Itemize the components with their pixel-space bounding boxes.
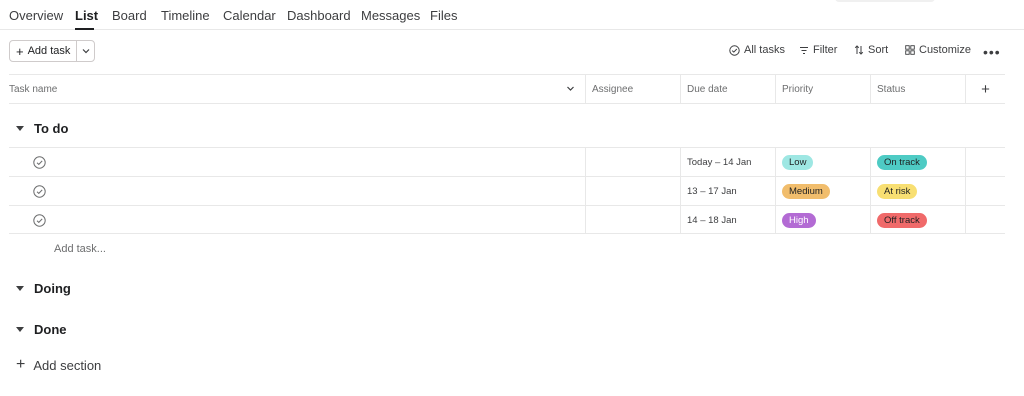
add-task-inline-button[interactable]: Add task... [54, 243, 106, 255]
sort-icon [854, 45, 864, 55]
project-tabs: Overview List Board Timeline Calendar Da… [0, 0, 1024, 30]
status-header-label: Status [877, 84, 906, 95]
complete-check-icon[interactable] [33, 155, 46, 169]
chevron-down-icon [82, 49, 90, 54]
add-task-button[interactable]: + Add task [10, 41, 78, 61]
complete-check-icon[interactable] [33, 184, 46, 198]
due-date-cell[interactable]: Today – 14 Jan [680, 148, 775, 176]
collapse-triangle-icon[interactable] [16, 327, 24, 332]
status-cell[interactable]: Off track [870, 206, 965, 234]
customize-button[interactable]: Customize [905, 44, 971, 56]
assignee-cell[interactable] [585, 177, 680, 205]
table-row[interactable]: Today – 14 Jan Low On track [9, 147, 1005, 176]
active-tab-indicator [75, 28, 94, 30]
plus-icon: + [981, 81, 990, 98]
add-task-split-button: + Add task [9, 40, 96, 62]
tab-messages[interactable]: Messages [361, 8, 420, 23]
empty-cell [965, 206, 1005, 234]
due-date-header-label: Due date [687, 84, 728, 95]
tab-dashboard[interactable]: Dashboard [287, 8, 351, 23]
tab-list[interactable]: List [75, 8, 98, 23]
due-date-cell[interactable]: 13 – 17 Jan [680, 177, 775, 205]
all-tasks-label: All tasks [744, 44, 785, 56]
status-cell[interactable]: At risk [870, 177, 965, 205]
priority-cell[interactable]: Low [775, 148, 870, 176]
plus-icon: + [16, 356, 26, 373]
filter-button[interactable]: Filter [799, 44, 837, 56]
priority-header-label: Priority [782, 84, 814, 95]
sort-button[interactable]: Sort [854, 44, 888, 56]
filter-label: Filter [813, 44, 838, 56]
column-header-due-date[interactable]: Due date [680, 75, 775, 104]
add-section-label: Add section [33, 357, 102, 373]
column-header-priority[interactable]: Priority [775, 75, 870, 104]
tab-files[interactable]: Files [430, 8, 457, 23]
priority-badge: High [782, 212, 816, 228]
due-date-cell[interactable]: 14 – 18 Jan [680, 206, 775, 234]
chevron-down-icon[interactable] [566, 84, 575, 93]
collapse-triangle-icon[interactable] [16, 286, 24, 291]
assignee-header-label: Assignee [592, 84, 634, 95]
section-title: Done [34, 322, 67, 337]
section-title: Doing [34, 281, 71, 296]
due-date: 13 – 17 Jan [687, 185, 737, 197]
status-badge: On track [877, 154, 927, 170]
section-title: To do [34, 121, 69, 136]
complete-check-icon[interactable] [33, 213, 46, 227]
all-tasks-button[interactable]: All tasks [729, 44, 785, 56]
table-row[interactable]: 13 – 17 Jan Medium At risk [9, 176, 1005, 205]
column-header-status[interactable]: Status [870, 75, 965, 104]
empty-cell [965, 177, 1005, 205]
empty-cell [965, 148, 1005, 176]
task-name-header-label: Task name [9, 84, 58, 95]
collapse-triangle-icon[interactable] [16, 126, 24, 131]
task-name-cell[interactable] [9, 177, 585, 205]
assignee-cell[interactable] [585, 148, 680, 176]
status-cell[interactable]: On track [870, 148, 965, 176]
due-date: Today – 14 Jan [687, 156, 752, 168]
sort-label: Sort [868, 44, 889, 56]
task-name-cell[interactable] [9, 206, 585, 234]
priority-badge: Medium [782, 183, 830, 199]
section-doing[interactable]: Doing [16, 281, 71, 296]
more-options-button[interactable]: ••• [983, 44, 1001, 60]
customize-label: Customize [919, 44, 971, 56]
table-row[interactable]: 14 – 18 Jan High Off track [9, 205, 1005, 234]
customize-icon [905, 45, 915, 55]
due-date: 14 – 18 Jan [687, 214, 737, 226]
priority-cell[interactable]: Medium [775, 177, 870, 205]
status-badge: At risk [877, 183, 918, 199]
column-header-assignee[interactable]: Assignee [585, 75, 680, 104]
status-badge: Off track [877, 212, 927, 228]
table-header: Task name Assignee Due date Priority Sta… [9, 74, 1005, 104]
add-task-label: Add task [27, 45, 71, 57]
section-done[interactable]: Done [16, 322, 67, 337]
check-circle-icon [729, 44, 740, 56]
column-header-task-name[interactable]: Task name [9, 75, 585, 104]
task-name-cell[interactable] [9, 148, 585, 176]
tab-overview[interactable]: Overview [9, 8, 63, 23]
section-to-do[interactable]: To do [16, 121, 68, 136]
tab-calendar[interactable]: Calendar [223, 8, 276, 23]
add-task-dropdown-button[interactable] [77, 41, 94, 61]
tab-board[interactable]: Board [112, 8, 147, 23]
filter-icon [800, 46, 808, 54]
tab-timeline[interactable]: Timeline [161, 8, 210, 23]
header-control[interactable] [835, 0, 935, 2]
priority-cell[interactable]: High [775, 206, 870, 234]
plus-icon: + [16, 43, 24, 59]
assignee-cell[interactable] [585, 206, 680, 234]
add-column-button[interactable]: + [965, 75, 1005, 104]
add-section-button[interactable]: + Add section [16, 357, 101, 373]
priority-badge: Low [782, 154, 814, 170]
